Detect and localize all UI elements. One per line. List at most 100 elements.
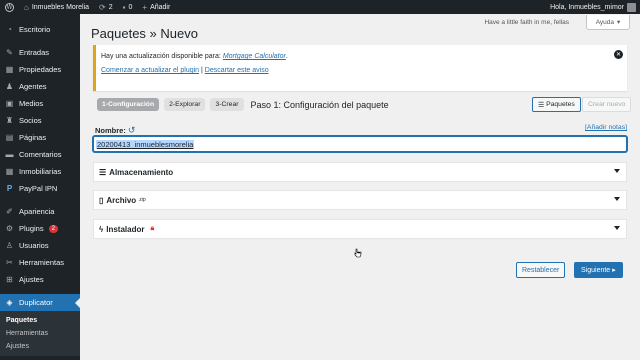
plugins-update-badge: 2 (48, 224, 58, 233)
sidebar-item-comentarios[interactable]: ▬ Comentarios (0, 146, 80, 163)
building-icon: ▦ (5, 167, 14, 176)
package-name-value: 20200413_inmueblesmorelia (96, 139, 195, 149)
sidebar-item-label: PayPal IPN (19, 184, 58, 193)
close-icon[interactable]: ✕ (614, 50, 623, 59)
greeting: Hola, Inmuebles_mimor (550, 3, 624, 11)
sidebar-item-medios[interactable]: ▣ Medios (0, 95, 80, 112)
sidebar-item-paginas[interactable]: ▤ Páginas (0, 129, 80, 146)
wrench-icon: ✂ (6, 258, 13, 267)
new-content-link[interactable]: + Añadir (137, 0, 175, 14)
sidebar-item-label: Inmobiliarias (19, 167, 62, 176)
file-icon: ▯ (99, 195, 104, 205)
sidebar-item-socios[interactable]: ♜ Socios (0, 112, 80, 129)
sidebar-item-plugins[interactable]: ⚙ Plugins 2 (0, 220, 80, 237)
user-icon: ♙ (5, 241, 14, 250)
notice-period: . (285, 53, 288, 60)
sidebar-item-label: Herramientas (19, 258, 65, 267)
media-icon: ▣ (5, 99, 14, 108)
sidebar-item-duplicator[interactable]: ◈ Duplicator (0, 294, 80, 311)
wordpress-logo-button[interactable]: W (0, 0, 19, 14)
sidebar-item-label: Ajustes (19, 275, 44, 284)
plugin-link[interactable]: Mortgage Calculator (223, 53, 286, 60)
updates-link[interactable]: ⟳ 2 (94, 0, 118, 14)
avatar (627, 2, 636, 12)
notice-message: Hay una actualización disponible para: M… (101, 52, 622, 62)
next-button-label: Siguiente (581, 266, 611, 274)
sidebar-item-propiedades[interactable]: ▦ Propiedades (0, 61, 80, 78)
reset-button[interactable]: Restablecer (516, 262, 566, 278)
submenu-item-ajustes[interactable]: Ajustes (0, 340, 80, 353)
next-button[interactable]: Siguiente ▸ (574, 262, 623, 278)
sidebar-item-label: Usuarios (19, 241, 49, 250)
plus-icon: + (142, 2, 148, 12)
update-plugin-link[interactable]: Comenzar a actualizar el plugin (101, 67, 199, 74)
site-name: Inmuebles Morelia (31, 3, 90, 11)
storage-panel-header[interactable]: ☰ Almacenamiento (93, 162, 627, 182)
admin-sidebar: ◔ Escritorio ✎ Entradas ▦ Propiedades ♟ … (0, 14, 80, 360)
sidebar-item-label: Comentarios (19, 150, 62, 159)
step-configuracion: 1-Configuración (97, 98, 160, 111)
sidebar-item-escritorio[interactable]: ◔ Escritorio (0, 21, 80, 38)
sidebar-item-agentes[interactable]: ♟ Agentes (0, 78, 80, 95)
chevron-down-icon (614, 226, 620, 230)
database-icon: ☰ (99, 167, 107, 177)
storage-title: Almacenamiento (109, 167, 174, 177)
wordpress-icon: W (5, 2, 14, 12)
help-tab-button[interactable]: Ayuda ▾ (586, 15, 630, 30)
comment-icon: ▪ (122, 2, 126, 12)
sidebar-item-ajustes[interactable]: ⊞ Ajustes (0, 271, 80, 288)
sidebar-item-apariencia[interactable]: ✐ Apariencia (0, 203, 80, 220)
reset-name-icon[interactable]: ↺ (128, 125, 136, 136)
updates-count: 2 (108, 3, 113, 11)
dashboard-icon: ◔ (7, 25, 12, 34)
archive-format: zip (139, 197, 146, 203)
installer-panel-header[interactable]: ϟ Instalador 🔒︎ (93, 219, 627, 239)
duplicator-icon: ◈ (6, 298, 13, 307)
sidebar-item-label: Propiedades (19, 65, 62, 74)
page-icon: ▤ (5, 133, 14, 142)
pin-icon: ✎ (6, 48, 13, 57)
dismiss-notice-link[interactable]: Descartar este aviso (205, 67, 269, 74)
sidebar-item-herramientas[interactable]: ✂ Herramientas (0, 254, 80, 271)
archive-panel-header[interactable]: ▯ Archivo zip (93, 190, 627, 210)
package-name-input[interactable]: 20200413_inmueblesmorelia (93, 136, 627, 152)
sidebar-item-usuarios[interactable]: ♙ Usuarios (0, 237, 80, 254)
sidebar-item-inmobiliarias[interactable]: ▦ Inmobiliarias (0, 163, 80, 180)
submenu-item-paquetes[interactable]: Paquetes (0, 314, 80, 327)
page-title: Paquetes » Nuevo (91, 26, 198, 41)
main-content: Have a little faith in me, fellas Ayuda … (80, 14, 640, 360)
sidebar-item-label: Socios (19, 116, 42, 125)
installer-title: Instalador (106, 224, 145, 234)
archive-title: Archivo (106, 195, 137, 205)
group-icon: ♜ (5, 116, 14, 125)
play-icon: ▸ (612, 267, 616, 274)
sidebar-item-entradas[interactable]: ✎ Entradas (0, 44, 80, 61)
lock-icon: 🔒︎ (150, 225, 155, 232)
brush-icon: ✐ (6, 207, 13, 216)
sidebar-item-label: Duplicator (19, 298, 53, 307)
my-account-link[interactable]: Hola, Inmuebles_mimor (550, 2, 640, 12)
create-new-button[interactable]: Crear nuevo (582, 97, 632, 112)
comments-link[interactable]: ▪ 0 (118, 0, 138, 14)
notice-text: Hay una actualización disponible para: (101, 53, 223, 60)
packages-button[interactable]: ☰ Paquetes (532, 97, 581, 112)
sidebar-item-label: Plugins (19, 224, 44, 233)
submenu-item-herramientas[interactable]: Herramientas (0, 327, 80, 340)
person-icon: ♟ (5, 82, 14, 91)
comments-count: 0 (128, 3, 133, 11)
notice-actions: Comenzar a actualizar el plugin | Descar… (101, 66, 622, 76)
sidebar-item-label: Agentes (19, 82, 47, 91)
sidebar-item-paypal[interactable]: P PayPal IPN (0, 180, 80, 197)
chevron-down-icon (614, 169, 620, 173)
paypal-icon: P (6, 184, 13, 193)
mouse-cursor-icon (354, 248, 362, 258)
add-notes-link[interactable]: [Añadir notas] (585, 124, 627, 131)
sidebar-item-label: Medios (19, 99, 44, 108)
plug-icon: ⚙ (5, 224, 14, 233)
sidebar-item-label: Páginas (19, 133, 47, 142)
chevron-down-icon (614, 197, 620, 201)
chevron-down-icon: ▾ (617, 19, 621, 26)
sidebar-item-label: Entradas (19, 48, 50, 57)
site-name-link[interactable]: ⌂ Inmuebles Morelia (19, 0, 94, 14)
list-icon: ☰ (538, 101, 545, 109)
